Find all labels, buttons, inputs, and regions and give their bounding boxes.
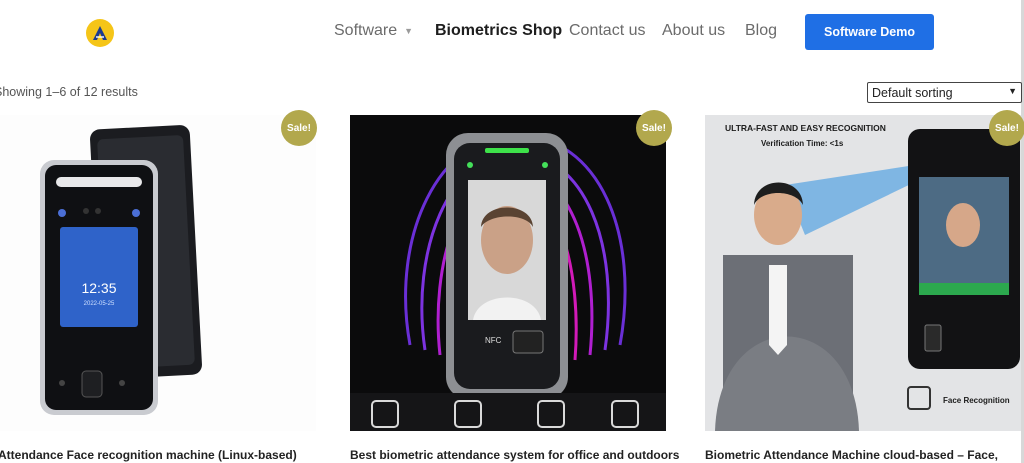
nfc-label: NFC [485,336,502,345]
sale-badge: Sale! [636,110,672,146]
sale-badge: Sale! [989,110,1024,146]
site-header: Software ▼ Biometrics Shop Contact us Ab… [0,0,1024,66]
nav-biometrics-shop[interactable]: Biometrics Shop [435,22,562,40]
device-date: 2022-05-25 [84,301,115,307]
sort-select[interactable]: Default sorting ▼ [867,82,1022,103]
product-image-2[interactable]: NFC [350,115,666,431]
nav-software[interactable]: Software ▼ [334,22,413,40]
banner-headline: ULTRA-FAST AND EASY RECOGNITION [725,123,886,133]
chevron-down-icon: ▼ [404,26,414,36]
product-title[interactable]: Attendance Face recognition machine (Lin… [0,448,297,462]
product-image-1[interactable]: 12:35 2022-05-25 [0,115,316,431]
sale-badge: Sale! [281,110,317,146]
banner-subline: Verification Time: <1s [761,139,844,148]
face-recognition-caption: Face Recognition [943,396,1010,405]
face-terminal-image: 12:35 2022-05-25 [40,125,202,415]
product-title[interactable]: Biometric Attendance Machine cloud-based… [705,448,998,462]
nav-contact-us[interactable]: Contact us [569,22,645,40]
chevron-down-icon: ▼ [1008,86,1017,96]
nav-blog[interactable]: Blog [745,22,777,40]
software-demo-button[interactable]: Software Demo [805,14,934,50]
nav-about-us[interactable]: About us [662,22,725,40]
logo-icon[interactable] [85,18,115,48]
fingerprint-terminal-image: NFC [350,133,666,431]
product-title[interactable]: Best biometric attendance system for off… [350,448,679,462]
sort-selected-value: Default sorting [872,85,953,100]
nav-software-label: Software [334,22,398,39]
result-count: Showing 1–6 of 12 results [0,85,138,99]
face-recognition-banner-image: ULTRA-FAST AND EASY RECOGNITION Verifica… [705,115,1021,431]
product-image-3[interactable]: ULTRA-FAST AND EASY RECOGNITION Verifica… [705,115,1021,431]
device-time: 12:35 [81,280,116,296]
